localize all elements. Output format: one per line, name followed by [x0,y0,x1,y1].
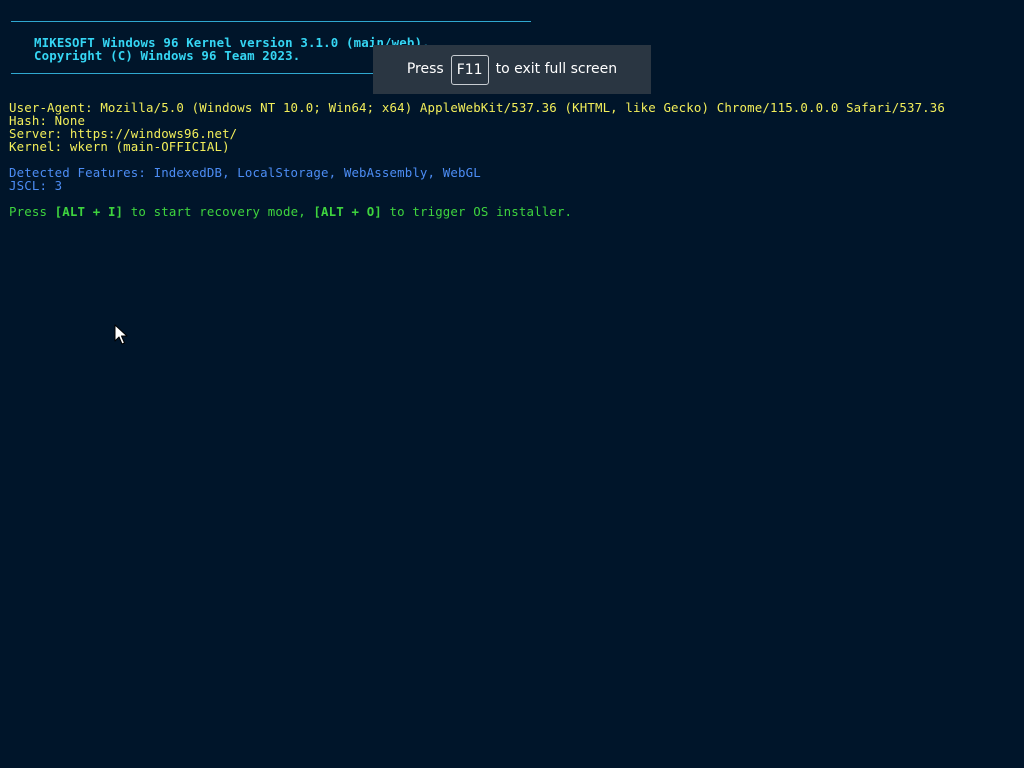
toast-press-text: Press [406,61,444,77]
terminal-screen: MIKESOFT Windows 96 Kernel version 3.1.0… [0,0,1024,768]
toast-message-text: to exit full screen [495,61,618,77]
copyright-line: Copyright (C) Windows 96 Team 2023. [34,48,301,63]
detected-features-line: Detected Features: IndexedDB, LocalStora… [9,165,481,180]
recovery-key-hint: [ALT + I] [54,204,124,219]
prompt-press-text: Press [9,204,55,219]
fullscreen-exit-toast: Press F11 to exit full screen [373,45,651,94]
kernel-line: Kernel: wkern (main-OFFICIAL) [9,139,230,154]
installer-key-hint: [ALT + O] [313,204,382,219]
prompt-mid-text: to start recovery mode, [123,204,314,219]
f11-key-badge: F11 [450,54,489,85]
user-agent-line: User-Agent: Mozilla/5.0 (Windows NT 10.0… [9,100,946,115]
banner-top-rule [11,21,531,22]
jscl-line: JSCL: 3 [9,178,63,193]
prompt-end-text: to trigger OS installer. [381,204,573,219]
mouse-pointer-icon [114,324,128,345]
boot-options-prompt: Press [ALT + I] to start recovery mode, … [9,205,572,218]
